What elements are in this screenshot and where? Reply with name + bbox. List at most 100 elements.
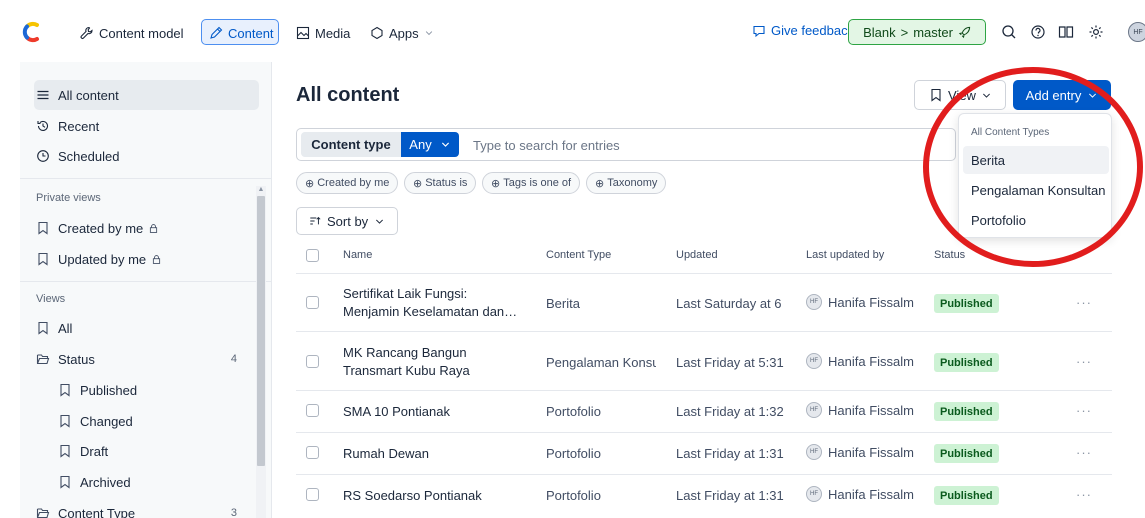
sidebar-item-label: Archived [80,474,131,490]
sidebar-item-draft[interactable]: Draft [58,441,108,461]
entry-name[interactable]: MK Rancang Bangun Transmart Kubu Raya [343,344,523,380]
give-feedback-label: Give feedback [771,23,855,38]
apps-icon [371,26,383,40]
sidebar-item-created-by-me[interactable]: Created by me [36,218,159,238]
sidebar-item-scheduled[interactable]: Scheduled [36,146,119,166]
view-button-label: View [948,87,976,103]
nav-content-model[interactable]: Content model [80,23,184,43]
entry-content-type: Portofolio [546,488,601,503]
env-space-label: Blank [863,24,896,40]
add-entry-button[interactable]: Add entry [1013,80,1111,110]
row-checkbox[interactable] [306,488,319,501]
column-header-name[interactable]: Name [343,249,372,261]
sidebar-item-label: Updated by me [58,251,147,267]
search-input[interactable]: Type to search for entries [473,138,620,153]
row-more-menu-icon[interactable]: ··· [1076,403,1092,418]
sort-label: Sort by [327,213,369,229]
row-checkbox[interactable] [306,404,319,417]
environment-switcher[interactable]: Blank > master [848,19,986,45]
sidebar-item-label: Changed [80,413,133,429]
status-count: 4 [230,353,237,365]
menu-icon [37,90,49,100]
scrollbar-thumb[interactable] [257,196,265,466]
entry-name[interactable]: RS Soedarso Pontianak [343,487,523,505]
filter-chip-created-by-me[interactable]: ⊕ Created by me [296,172,399,194]
status-badge: Published [934,486,999,505]
sidebar-folder-status[interactable]: Status [36,349,95,369]
sidebar-item-all-content[interactable]: All content [36,85,119,105]
sidebar-item-archived[interactable]: Archived [58,472,131,492]
content-type-select[interactable]: Any [401,132,459,157]
row-more-menu-icon[interactable]: ··· [1076,354,1092,369]
sidebar-item-changed[interactable]: Changed [58,411,133,431]
sidebar-item-recent[interactable]: Recent [36,116,99,136]
dropdown-item-berita[interactable]: Berita [963,146,1109,174]
sidebar-item-label: All [58,320,73,336]
sidebar-item-updated-by-me[interactable]: Updated by me [36,249,162,269]
scroll-up-arrow-icon[interactable]: ▲ [257,186,265,194]
private-views-heading: Private views [36,192,101,204]
select-all-checkbox[interactable] [306,249,319,262]
row-more-menu-icon[interactable]: ··· [1076,295,1092,310]
column-header-content-type[interactable]: Content Type [546,249,611,261]
nav-media-label: Media [315,25,351,41]
bookmark-icon [60,414,70,428]
row-checkbox[interactable] [306,296,319,309]
book-icon[interactable] [1057,23,1075,41]
search-bar[interactable]: Content type Any Type to search for entr… [296,128,956,161]
give-feedback-link[interactable]: Give feedback [752,23,854,38]
entry-name[interactable]: SMA 10 Pontianak [343,403,523,421]
sidebar-item-label: Status [58,351,95,367]
entry-updated-by-name: Hanifa Fissalm [828,353,914,369]
help-icon[interactable] [1029,23,1047,41]
entry-content-type: Portofolio [546,446,601,461]
avatar: HF [806,486,822,502]
sidebar-item-published[interactable]: Published [58,380,137,400]
nav-apps[interactable]: Apps [370,23,434,43]
sidebar-item-all[interactable]: All [36,318,72,338]
entry-name[interactable]: Sertifikat Laik Fungsi: Menjamin Keselam… [343,285,523,321]
column-header-updated[interactable]: Updated [676,249,718,261]
chevron-down-icon [982,93,990,98]
status-badge: Published [934,294,999,313]
entry-updated: Last Friday at 1:32 [676,404,784,419]
sidebar: All content Recent Scheduled Private vie… [20,62,272,518]
sidebar-item-label: Scheduled [58,148,120,164]
row-more-menu-icon[interactable]: ··· [1076,487,1092,502]
gear-icon[interactable] [1087,23,1105,41]
row-checkbox[interactable] [306,355,319,368]
filter-chip-taxonomy[interactable]: ⊕ Taxonomy [586,172,667,194]
contentful-logo-icon[interactable] [20,21,42,43]
sidebar-folder-content-type[interactable]: Content Type [36,503,135,518]
entry-updated-by-name: Hanifa Fissalm [828,486,914,502]
bookmark-icon [60,475,70,489]
avatar: HF [806,353,822,369]
bookmark-icon [60,383,70,397]
nav-content[interactable]: Content [209,23,274,43]
entry-updated-by-name: Hanifa Fissalm [828,444,914,460]
column-header-last-updated-by[interactable]: Last updated by [806,249,884,261]
column-header-status[interactable]: Status [934,249,965,261]
dropdown-item-portofolio[interactable]: Portofolio [963,206,1109,234]
view-button[interactable]: View [914,80,1006,110]
dropdown-item-pengalaman-konsultan[interactable]: Pengalaman Konsultan [963,176,1109,204]
status-badge: Published [934,402,999,421]
table-divider [296,432,1112,433]
row-checkbox[interactable] [306,446,319,459]
sidebar-item-label: All content [58,87,119,103]
bookmark-icon [931,88,941,102]
filter-chip-tags[interactable]: ⊕ Tags is one of [482,172,581,194]
status-badge: Published [934,444,999,463]
pen-icon [210,26,223,39]
nav-media[interactable]: Media [296,23,350,43]
user-avatar[interactable]: HF [1128,22,1145,42]
row-more-menu-icon[interactable]: ··· [1076,445,1092,460]
sidebar-scrollbar[interactable]: ▲ [256,186,266,518]
filter-chip-status-is[interactable]: ⊕ Status is [404,172,477,194]
search-icon[interactable] [1000,23,1018,41]
feedback-icon [753,25,765,37]
entry-name[interactable]: Rumah Dewan [343,445,523,463]
sort-button[interactable]: Sort by [296,207,398,235]
lock-icon [153,254,161,264]
sort-icon [310,216,321,225]
